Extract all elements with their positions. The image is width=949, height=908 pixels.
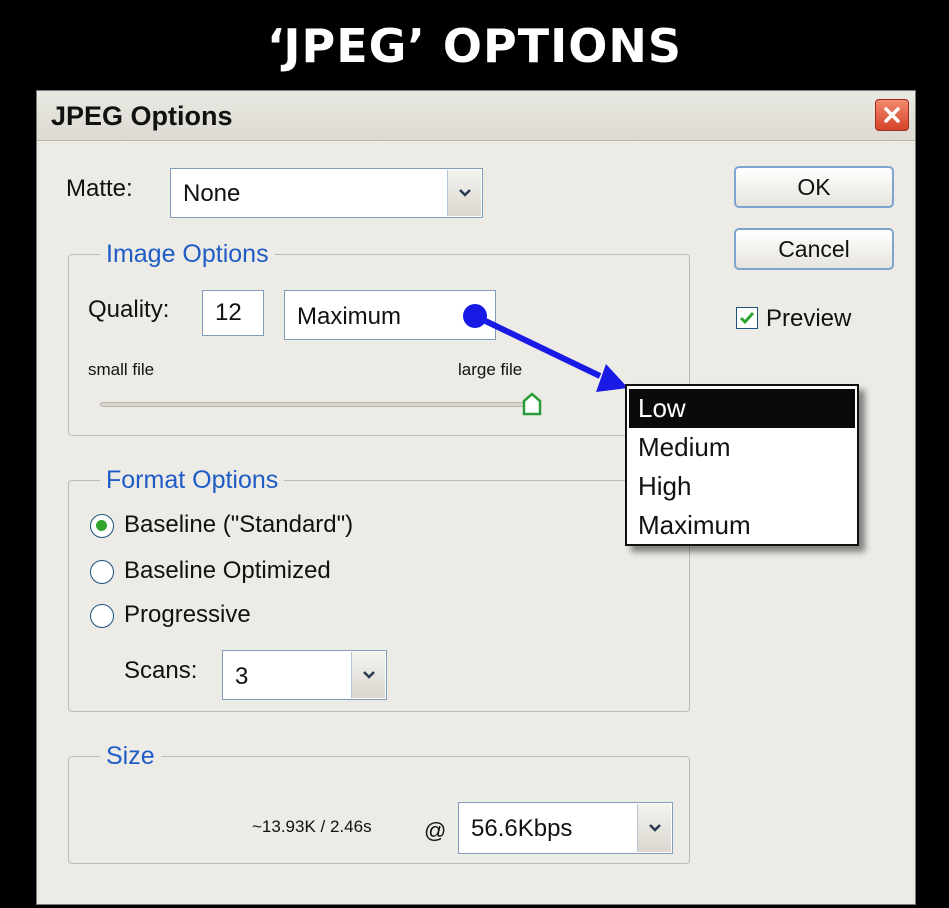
slider-thumb-icon[interactable] [522, 392, 542, 416]
cancel-button[interactable]: Cancel [734, 228, 894, 270]
radio-baseline-standard[interactable] [90, 514, 114, 538]
scans-value: 3 [235, 663, 249, 690]
dropdown-option-low[interactable]: Low [629, 389, 855, 428]
chevron-down-icon [362, 671, 375, 679]
option-progressive-label: Progressive [124, 601, 251, 628]
size-estimate: ~13.93K / 2.46s [252, 817, 372, 836]
quality-preset-value: Maximum [297, 303, 402, 330]
option-baseline-optimized-label: Baseline Optimized [124, 557, 331, 584]
option-baseline-standard-label: Baseline ("Standard") [124, 511, 354, 538]
format-options-legend: Format Options [100, 466, 285, 495]
radio-progressive[interactable] [90, 604, 114, 628]
dropdown-option-maximum[interactable]: Maximum [629, 506, 855, 545]
speed-dropdown-button[interactable] [637, 804, 671, 852]
banner-title: ‘JPEG’ OPTIONS [0, 0, 949, 92]
small-file-label: small file [88, 360, 155, 379]
scans-label: Scans: [124, 657, 198, 684]
large-file-label: large file [458, 360, 523, 379]
scans-select[interactable]: 3 [222, 650, 387, 700]
quality-input[interactable]: 12 [202, 290, 264, 336]
image-options-legend: Image Options [100, 240, 275, 269]
dialog-title: JPEG Options [51, 101, 233, 131]
preview-label: Preview [766, 305, 852, 332]
close-button[interactable] [875, 99, 909, 131]
scans-dropdown-button[interactable] [351, 652, 385, 698]
quality-preset-select[interactable]: Maximum [284, 290, 496, 340]
chevron-down-icon [458, 189, 471, 197]
quality-slider-track[interactable] [100, 402, 530, 407]
radio-selected-dot [96, 520, 107, 531]
chevron-down-icon [648, 824, 661, 832]
image-options-group [68, 254, 690, 436]
checkmark-icon [739, 312, 755, 325]
quality-label: Quality: [88, 296, 170, 323]
dropdown-option-high[interactable]: High [629, 467, 855, 506]
connection-speed-value: 56.6Kbps [471, 815, 573, 842]
close-icon [884, 107, 900, 123]
size-legend: Size [100, 742, 161, 771]
matte-label: Matte: [66, 175, 133, 202]
matte-select[interactable]: None [170, 168, 483, 218]
dropdown-option-medium[interactable]: Medium [629, 428, 855, 467]
radio-baseline-optimized[interactable] [90, 560, 114, 584]
quality-dropdown-list: Low Medium High Maximum [625, 384, 859, 546]
matte-dropdown-button[interactable] [447, 170, 481, 216]
title-bar: JPEG Options [37, 91, 915, 141]
at-symbol: @ [424, 818, 447, 843]
matte-value: None [183, 180, 241, 207]
preview-checkbox[interactable] [736, 307, 758, 329]
connection-speed-select[interactable]: 56.6Kbps [458, 802, 673, 854]
ok-button[interactable]: OK [734, 166, 894, 208]
